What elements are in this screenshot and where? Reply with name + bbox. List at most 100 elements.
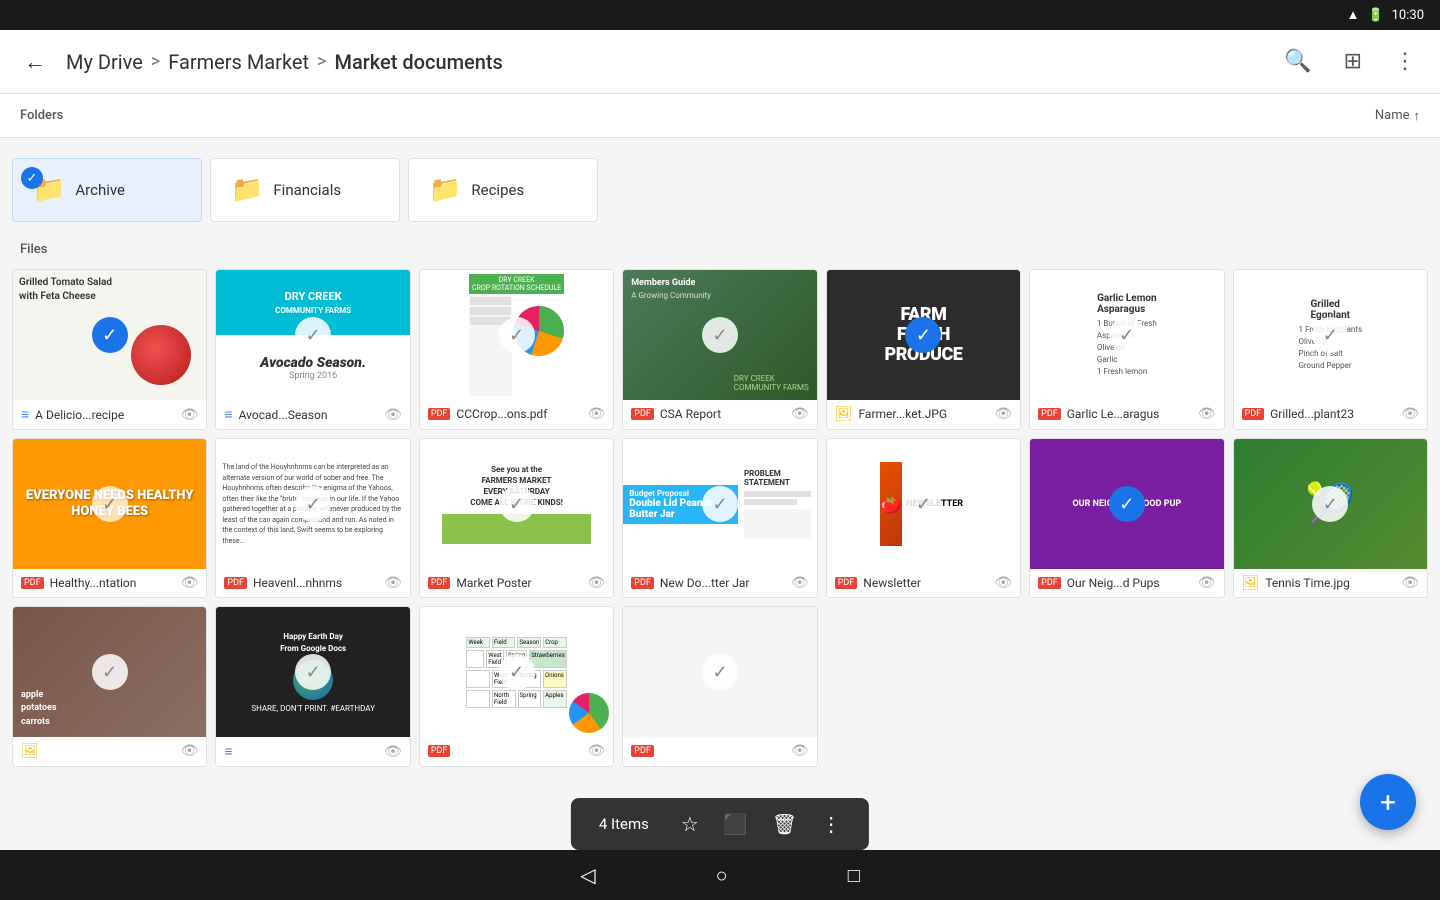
folder-name-archive: Archive	[75, 181, 125, 199]
eye-icon-neigh: 👁	[1198, 575, 1216, 591]
file-item-earth[interactable]: Happy Earth DayFrom Google Docs SHARE, D…	[215, 606, 410, 767]
search-icon[interactable]: 🔍	[1276, 41, 1319, 82]
img-icon-tennis: 🖼	[1242, 575, 1260, 591]
system-home-icon[interactable]: ○	[716, 863, 728, 888]
file-check-csa: ✓	[702, 317, 738, 353]
system-recent-icon[interactable]: □	[848, 863, 860, 888]
file-item-csa[interactable]: Members Guide A Growing Community DRY CR…	[622, 269, 817, 430]
system-nav: ◁ ○ □	[0, 850, 1440, 900]
battery-icon: 🔋	[1367, 8, 1383, 23]
file-info-farm: 🖼 Farmer...ket.JPG 👁	[827, 400, 1020, 428]
breadcrumb-farmers-market[interactable]: Farmers Market	[168, 50, 309, 74]
file-item-veggies[interactable]: applepotatoescarrots ✓ 🖼 👁	[12, 606, 207, 767]
folders-row: ✓ 📁 Archive 📁 Financials 📁 Recipes	[0, 146, 1440, 234]
file-item-cccrop[interactable]: DRY CREEKCROP ROTATION SCHEDULE ✓ PDF CC…	[419, 269, 614, 430]
file-item-eggplant[interactable]: GrilledEggplant 1 Fresh EggplantsOlive o…	[1233, 269, 1428, 430]
file-info-earth: ≡ 👁	[216, 737, 409, 766]
file-thumb-neigh: OUR NEIGHBORHOOD PUP ✓	[1030, 439, 1223, 569]
file-info-neigh: PDF Our Neig...d Pups 👁	[1030, 569, 1223, 597]
eye-icon-earth: 👁	[384, 744, 402, 760]
eye-icon-farm: 👁	[994, 406, 1012, 422]
eye-icon-eggplant: 👁	[1401, 406, 1419, 422]
file-item-tomato[interactable]: Grilled Tomato Saladwith Feta Cheese ✓ ≡…	[12, 269, 207, 430]
system-back-icon[interactable]: ◁	[580, 863, 595, 887]
pdf-icon-market: PDF	[428, 577, 451, 589]
star-action-icon[interactable]: ☆	[681, 812, 699, 836]
file-item-market[interactable]: See you at theFARMERS MARKETEVERY SATURD…	[419, 438, 614, 598]
grid-view-icon[interactable]: ⊞	[1336, 41, 1370, 82]
file-name-tennis: Tennis Time.jpg	[1265, 576, 1395, 590]
more-action-icon[interactable]: ⋮	[821, 812, 841, 836]
pdf-icon-eggplant: PDF	[1242, 408, 1265, 420]
folder-archive[interactable]: ✓ 📁 Archive	[12, 158, 202, 222]
file-check-tennis: ✓	[1312, 486, 1348, 522]
file-name-neigh: Our Neig...d Pups	[1067, 576, 1192, 590]
file-thumb-tennis: 🎾 ✓	[1234, 439, 1427, 569]
file-item-heaven[interactable]: The land of the Houyhnhnms can be interp…	[215, 438, 410, 598]
file-name-csa: CSA Report	[660, 407, 785, 421]
sort-name-control[interactable]: Name ↑	[1375, 108, 1420, 124]
file-name-garlic: Garlic Le...aragus	[1067, 407, 1192, 421]
file-check-neigh: ✓	[1109, 486, 1145, 522]
file-info-eggplant: PDF Grilled...plant23 👁	[1234, 400, 1427, 428]
file-name-market: Market Poster	[456, 576, 581, 590]
delete-action-icon[interactable]: 🗑	[772, 812, 797, 836]
file-item-newsletter[interactable]: 🍅 NEWSLETTER ✓ PDF Newsletter 👁	[826, 438, 1021, 598]
file-thumb-veggies: applepotatoescarrots ✓	[13, 607, 206, 737]
eye-icon-cccrop: 👁	[588, 406, 606, 422]
file-thumb-market: See you at theFARMERS MARKETEVERY SATURD…	[420, 439, 613, 569]
files-grid: Grilled Tomato Saladwith Feta Cheese ✓ ≡…	[0, 261, 1440, 775]
file-name-cccrop: CCCrop...ons.pdf	[456, 407, 581, 421]
file-item-tennis[interactable]: 🎾 ✓ 🖼 Tennis Time.jpg 👁	[1233, 438, 1428, 598]
file-info-tennis: 🖼 Tennis Time.jpg 👁	[1234, 569, 1427, 597]
file-name-newdo: New Do...tter Jar	[660, 576, 785, 590]
file-check-veggies: ✓	[92, 654, 128, 690]
eye-icon-heaven: 👁	[384, 575, 402, 591]
eye-icon-csa: 👁	[791, 406, 809, 422]
main-content: ✓ 📁 Archive 📁 Financials 📁 Recipes Files…	[0, 138, 1440, 850]
wifi-icon: ▲	[1347, 7, 1360, 23]
file-item-farm[interactable]: FARMFRESHPRODUCE ✓ 🖼 Farmer...ket.JPG 👁	[826, 269, 1021, 430]
file-info-garlic: PDF Garlic Le...aragus 👁	[1030, 400, 1223, 428]
file-thumb-newsletter: 🍅 NEWSLETTER ✓	[827, 439, 1020, 569]
file-info-honey: PDF Healthy...ntation 👁	[13, 569, 206, 597]
doc-icon-avocado: ≡	[224, 406, 232, 423]
pdf-icon-csa: PDF	[631, 408, 654, 420]
fab-add-button[interactable]: +	[1360, 774, 1416, 830]
file-item-avocado[interactable]: DRY CREEKCOMMUNITY FARMS Avocado Season.…	[215, 269, 410, 430]
status-bar: ▲ 🔋 10:30	[0, 0, 1440, 30]
file-thumb-avocado: DRY CREEKCOMMUNITY FARMS Avocado Season.…	[216, 270, 409, 400]
folder-recipes[interactable]: 📁 Recipes	[408, 158, 598, 222]
back-button[interactable]: ←	[16, 41, 54, 83]
move-action-icon[interactable]: ⬛	[723, 812, 748, 836]
file-check-market: ✓	[499, 486, 535, 522]
file-name-farm: Farmer...ket.JPG	[858, 407, 988, 421]
file-thumb-tomato: Grilled Tomato Saladwith Feta Cheese ✓	[13, 270, 206, 400]
file-thumb-crop: ✓	[623, 607, 816, 737]
file-name-newsletter: Newsletter	[863, 576, 988, 590]
file-item-neigh[interactable]: OUR NEIGHBORHOOD PUP ✓ PDF Our Neig...d …	[1029, 438, 1224, 598]
breadcrumb-my-drive[interactable]: My Drive	[66, 50, 143, 74]
folder-financials[interactable]: 📁 Financials	[210, 158, 400, 222]
file-item-garlic[interactable]: Garlic LemonAsparagus 1 Bunch of FreshAs…	[1029, 269, 1224, 430]
more-options-icon[interactable]: ⋮	[1386, 41, 1424, 82]
breadcrumb-sep-1: >	[151, 51, 160, 72]
file-info-cccrop: PDF CCCrop...ons.pdf 👁	[420, 400, 613, 428]
eye-icon-tennis: 👁	[1401, 575, 1419, 591]
files-section-label: Files	[0, 234, 1440, 261]
doc-icon-earth: ≡	[224, 743, 232, 760]
file-item-sheet[interactable]: Week Field Season Crop West Field Spring…	[419, 606, 614, 767]
file-info-newdo: PDF New Do...tter Jar 👁	[623, 569, 816, 597]
file-item-newdo[interactable]: Budget Proposal Double Lid Peanut Butter…	[622, 438, 817, 598]
eye-icon-veggies: 👁	[181, 743, 199, 759]
file-name-tomato: A Delicio...recipe	[35, 408, 174, 422]
file-thumb-farm: FARMFRESHPRODUCE ✓	[827, 270, 1020, 400]
breadcrumb-current[interactable]: Market documents	[334, 50, 502, 74]
folder-name-financials: Financials	[273, 181, 341, 199]
file-thumb-honey: EVERYONE NEEDS HEALTHYHONEY BEES ✓	[13, 439, 206, 569]
top-nav: ← My Drive > Farmers Market > Market doc…	[0, 30, 1440, 94]
file-item-honey[interactable]: EVERYONE NEEDS HEALTHYHONEY BEES ✓ PDF H…	[12, 438, 207, 598]
breadcrumb: My Drive > Farmers Market > Market docum…	[66, 50, 1264, 74]
file-item-crop[interactable]: ✓ PDF 👁	[622, 606, 817, 767]
file-check-avocado: ✓	[295, 317, 331, 353]
